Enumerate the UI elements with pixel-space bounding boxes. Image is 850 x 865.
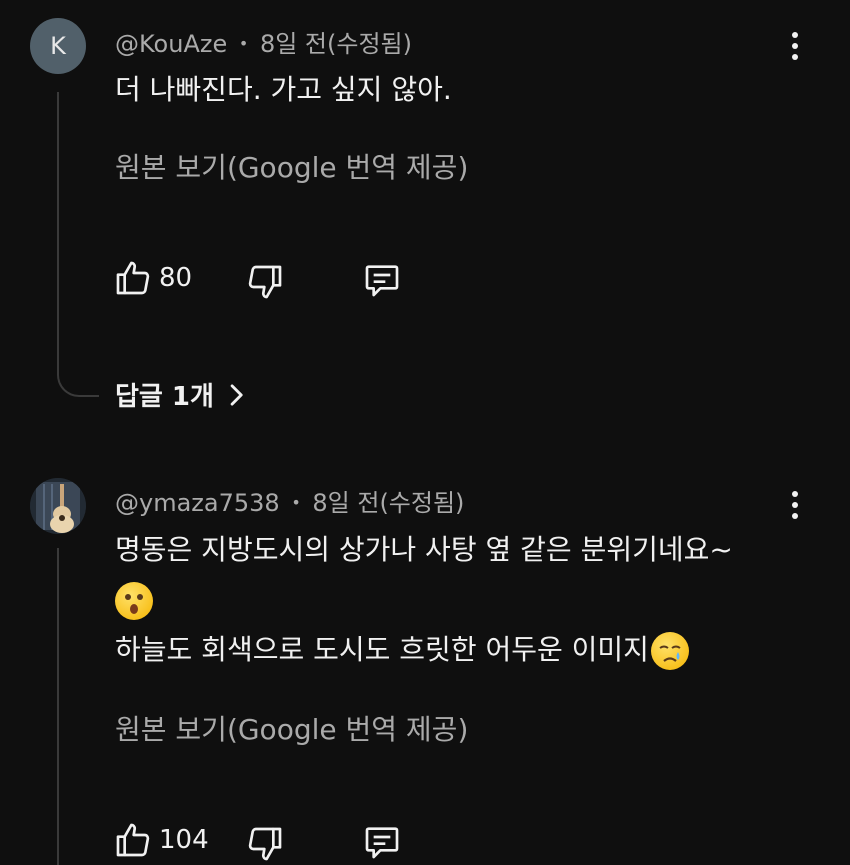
guitar-avatar-image (30, 478, 86, 534)
like-button[interactable]: 104 (113, 820, 209, 860)
thumbs-down-icon (248, 827, 282, 861)
like-button[interactable]: 80 (113, 258, 192, 298)
replies-toggle[interactable]: 답글 1개 (115, 376, 246, 413)
like-count: 80 (159, 263, 193, 293)
comment-text: 더 나빠진다. 가고 싶지 않아. (115, 73, 452, 106)
translate-link[interactable]: 원본 보기(Google 번역 제공) (115, 708, 468, 748)
crying-face-emoji-icon (650, 632, 689, 670)
comment-text-line-3-text: 하늘도 회색으로 도시도 흐릿한 어두운 이미지 (115, 633, 649, 666)
thread-line (57, 548, 59, 865)
more-vertical-icon[interactable] (780, 26, 810, 66)
dislike-button[interactable] (245, 824, 285, 864)
comment-text-line-3: 하늘도 회색으로 도시도 흐릿한 어두운 이미지 (115, 628, 689, 672)
like-count: 104 (159, 825, 209, 855)
meta-separator: • (238, 34, 249, 53)
replies-label: 답글 1개 (115, 382, 214, 412)
more-vertical-icon[interactable] (780, 485, 810, 525)
comment-text-line-2 (115, 578, 153, 622)
thumbs-up-icon (116, 261, 150, 295)
thumbs-down-icon (248, 265, 282, 299)
author-name[interactable]: @KouAze (115, 30, 227, 58)
reply-button[interactable] (361, 822, 403, 862)
dislike-button[interactable] (245, 262, 285, 302)
comment-text-line-1: 명동은 지방도시의 상가나 사탕 옆 같은 분위기네요~ (115, 533, 733, 566)
thread-line (57, 92, 99, 397)
comment-icon (365, 827, 399, 859)
avatar[interactable]: K (30, 18, 86, 74)
comment-meta: @KouAze • 8일 전(수정됨) (115, 24, 412, 59)
translate-link[interactable]: 원본 보기(Google 번역 제공) (115, 146, 468, 186)
author-name[interactable]: @ymaza7538 (115, 489, 280, 517)
thumbs-up-icon (116, 823, 150, 857)
chevron-right-icon (230, 383, 243, 406)
surprised-face-emoji-icon (115, 582, 153, 620)
comment-time: 8일 전(수정됨) (259, 30, 412, 58)
avatar-letter: K (50, 32, 66, 60)
comment-icon (365, 265, 399, 297)
meta-separator: • (291, 493, 301, 512)
comment-meta: @ymaza7538 • 8일 전(수정됨) (115, 483, 464, 518)
comment-time: 8일 전(수정됨) (312, 489, 465, 517)
reply-button[interactable] (361, 260, 403, 300)
avatar[interactable] (30, 478, 86, 534)
